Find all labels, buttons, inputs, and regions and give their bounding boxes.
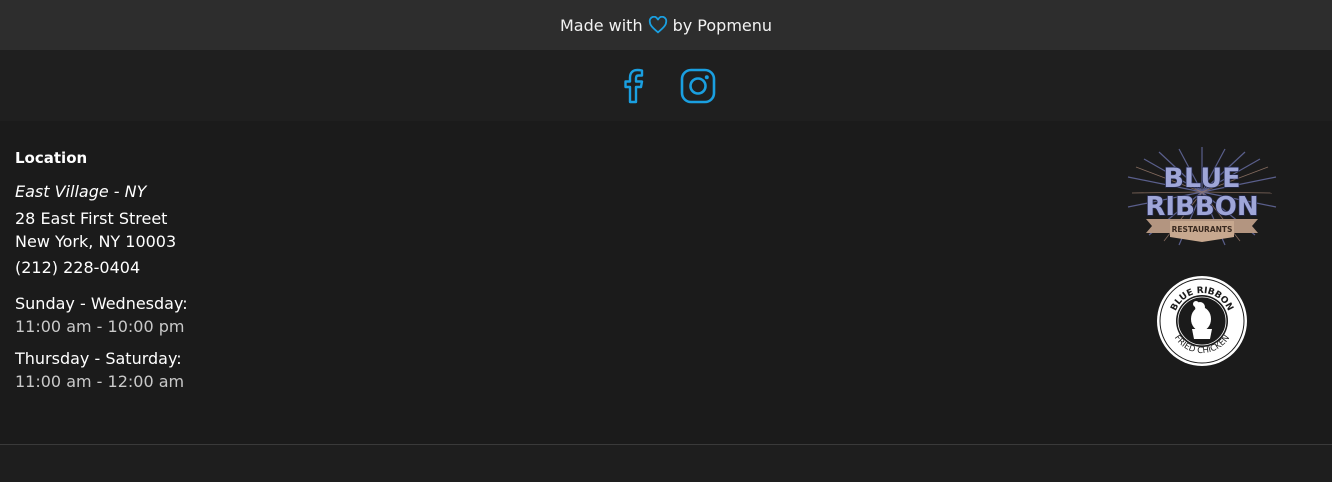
social-links — [0, 50, 1332, 121]
logo-text-blue: BLUE — [1163, 163, 1240, 194]
location-name: East Village - NY — [15, 182, 147, 201]
facebook-icon — [624, 68, 644, 103]
footer-main: Location East Village - NY 28 East First… — [0, 121, 1332, 444]
blue-ribbon-fried-chicken-logo[interactable]: BLUE RIBBON FRIED CHICKEN — [1156, 275, 1248, 371]
popmenu-link[interactable]: by Popmenu — [673, 16, 772, 35]
address-line-1[interactable]: 28 East First Street — [15, 207, 188, 230]
instagram-icon — [680, 68, 716, 103]
logo-banner-text: RESTAURANTS — [1172, 225, 1233, 234]
address-line-2[interactable]: New York, NY 10003 — [15, 230, 188, 253]
logo-text-ribbon: RIBBON — [1145, 192, 1258, 222]
hours-time: 11:00 am - 10:00 pm — [15, 317, 185, 336]
hours-days: Sunday - Wednesday: — [15, 294, 188, 313]
blue-ribbon-restaurants-logo[interactable]: BLUE RIBBON RESTAURANTS — [1124, 147, 1280, 251]
popmenu-credit-bar: Made with by Popmenu — [0, 0, 1332, 50]
heart-icon — [648, 16, 668, 34]
facebook-link[interactable] — [616, 68, 652, 104]
location-heading: Location — [15, 149, 88, 167]
bottom-bar — [0, 445, 1332, 482]
hours-group: Thursday - Saturday: 11:00 am - 12:00 am — [15, 347, 188, 393]
hours-time: 11:00 am - 12:00 am — [15, 372, 185, 391]
hours-days: Thursday - Saturday: — [15, 349, 182, 368]
hours-group: Sunday - Wednesday: 11:00 am - 10:00 pm — [15, 292, 188, 338]
instagram-link[interactable] — [680, 68, 716, 104]
credit-prefix: Made with — [559, 15, 643, 35]
phone-link[interactable]: (212) 228-0404 — [15, 258, 188, 277]
location-block: Location East Village - NY 28 East First… — [15, 149, 188, 393]
